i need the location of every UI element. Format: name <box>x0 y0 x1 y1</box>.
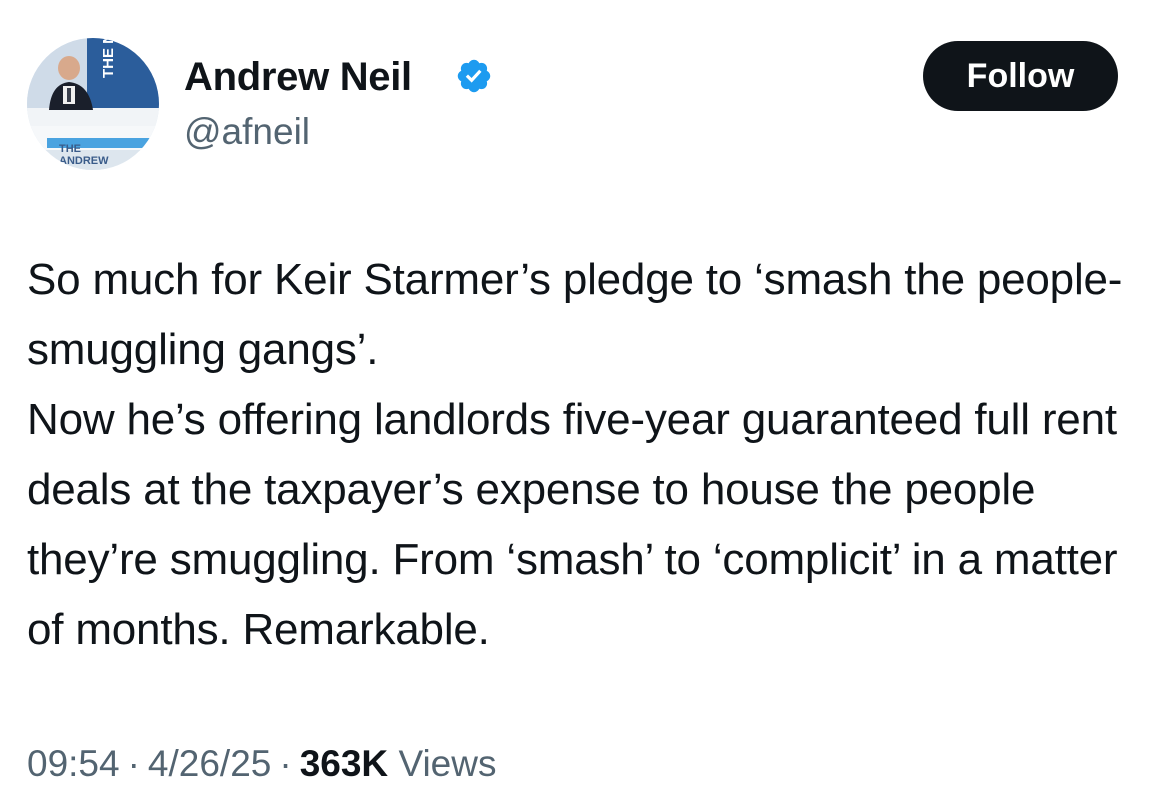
tweet-date[interactable]: 4/26/25 <box>148 743 271 784</box>
avatar[interactable]: THE NEIL THE ANDREW <box>27 38 159 170</box>
views-count: 363K <box>299 743 389 784</box>
tweet-paragraph: So much for Keir Starmer’s pledge to ‘sm… <box>27 255 1123 374</box>
avatar-image: THE NEIL THE ANDREW <box>27 38 159 170</box>
meta-separator: · <box>127 743 140 784</box>
author-handle[interactable]: @afneil <box>184 110 310 154</box>
verified-badge-icon <box>457 59 491 93</box>
tweet-time[interactable]: 09:54 <box>27 743 120 784</box>
avatar-bottom-text-2: ANDREW <box>59 155 109 167</box>
tweet-text: So much for Keir Starmer’s pledge to ‘sm… <box>27 245 1157 665</box>
views-label: Views <box>398 743 497 784</box>
tweet-paragraph: Now he’s offering landlords five-year gu… <box>27 395 1118 654</box>
author-display-name[interactable]: Andrew Neil <box>184 54 412 100</box>
avatar-bottom-text-1: THE <box>59 143 81 155</box>
tweet-meta: 09:54 · 4/26/25 · 363K Views <box>27 740 496 788</box>
avatar-top-text: THE NEIL <box>100 38 117 78</box>
meta-separator: · <box>279 743 292 784</box>
follow-button[interactable]: Follow <box>923 41 1118 111</box>
